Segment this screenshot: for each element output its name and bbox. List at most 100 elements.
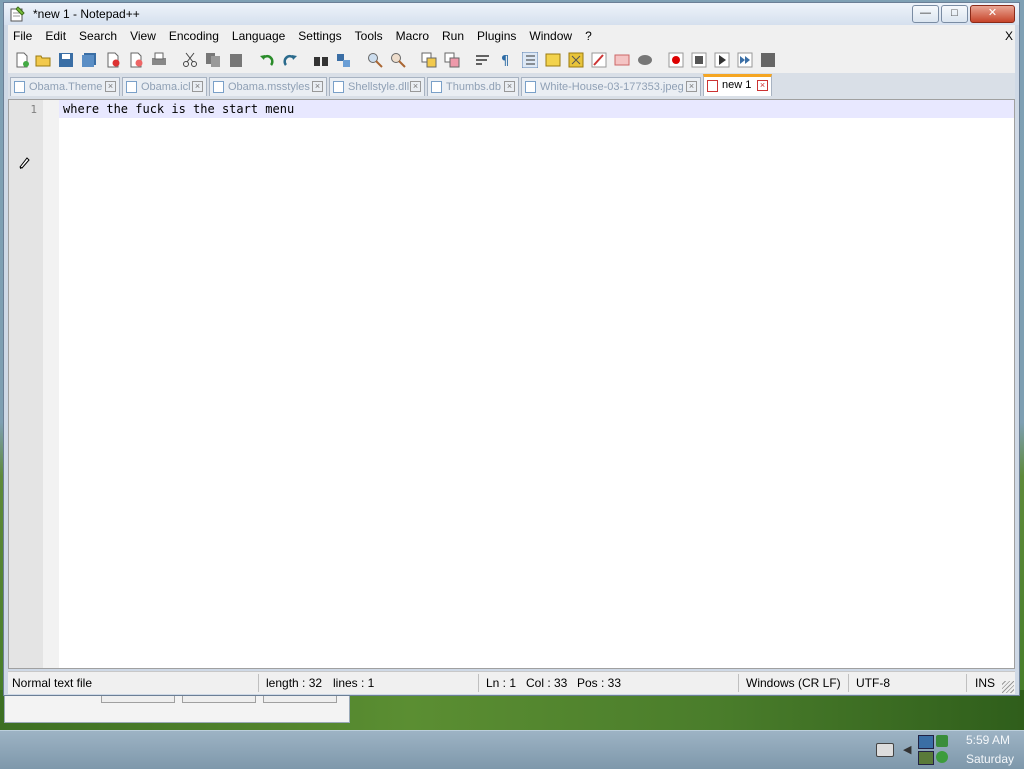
- folder-as-workspace-icon[interactable]: [614, 52, 630, 68]
- sync-horizontal-icon[interactable]: [444, 52, 460, 68]
- close-tab-icon[interactable]: ×: [192, 81, 203, 92]
- line-number: 1: [30, 103, 37, 116]
- tab-label: Thumbs.db: [446, 81, 502, 93]
- tab-new-1[interactable]: new 1 ×: [703, 74, 772, 96]
- tab-obama-msstyles[interactable]: Obama.msstyles ×: [209, 77, 327, 96]
- record-macro-icon[interactable]: [668, 52, 684, 68]
- menu-window[interactable]: Window: [529, 29, 572, 43]
- close-tab-icon[interactable]: ×: [504, 81, 515, 92]
- run-macro-multiple-icon[interactable]: [737, 52, 753, 68]
- volume-icon[interactable]: [936, 735, 948, 747]
- menu-help[interactable]: ?: [585, 29, 592, 43]
- indent-guide-icon[interactable]: [522, 52, 538, 68]
- security-icon[interactable]: [936, 751, 948, 763]
- cut-icon[interactable]: [182, 52, 198, 68]
- show-hidden-icons-icon[interactable]: ◀: [903, 743, 911, 756]
- save-all-icon[interactable]: [81, 52, 97, 68]
- monitoring-icon[interactable]: [637, 52, 653, 68]
- close-tab-icon[interactable]: ×: [410, 81, 421, 92]
- editor-line-text[interactable]: where the fuck is the start menu: [63, 102, 294, 116]
- menu-run[interactable]: Run: [442, 29, 464, 43]
- tab-white-house-jpeg[interactable]: White-House-03-177353.jpeg ×: [521, 77, 701, 96]
- doc-map-icon[interactable]: [568, 52, 584, 68]
- menu-encoding[interactable]: Encoding: [169, 29, 219, 43]
- menu-view[interactable]: View: [130, 29, 156, 43]
- save-macro-icon[interactable]: [760, 52, 776, 68]
- word-wrap-icon[interactable]: [475, 52, 491, 68]
- close-file-icon[interactable]: [105, 52, 121, 68]
- title-bar[interactable]: *new 1 - Notepad++ — □ ✕: [4, 3, 1019, 25]
- menu-file[interactable]: File: [13, 29, 32, 43]
- text-editor[interactable]: 1 where the fuck is the start menu: [8, 99, 1015, 669]
- tab-label: Shellstyle.dll: [348, 81, 410, 93]
- clock-time[interactable]: 5:59 AM: [966, 733, 1010, 747]
- zoom-in-icon[interactable]: [367, 52, 383, 68]
- menu-settings[interactable]: Settings: [298, 29, 341, 43]
- network-icon[interactable]: [918, 735, 934, 749]
- menu-bar: File Edit Search View Encoding Language …: [8, 25, 1015, 47]
- status-encoding[interactable]: UTF-8: [856, 675, 890, 691]
- copy-icon[interactable]: [205, 52, 221, 68]
- tab-thumbs-db[interactable]: Thumbs.db ×: [427, 77, 519, 96]
- find-icon[interactable]: [313, 52, 329, 68]
- menu-edit[interactable]: Edit: [45, 29, 66, 43]
- status-file-type: Normal text file: [12, 676, 93, 690]
- status-divider: [738, 674, 739, 692]
- tab-shellstyle-dll[interactable]: Shellstyle.dll ×: [329, 77, 425, 96]
- status-lines: lines : 1: [333, 676, 375, 690]
- document-icon: [525, 81, 536, 93]
- keyboard-icon[interactable]: [876, 743, 894, 757]
- power-icon[interactable]: [918, 751, 934, 765]
- zoom-out-icon[interactable]: [390, 52, 406, 68]
- document-icon: [707, 80, 718, 92]
- close-all-icon[interactable]: [128, 52, 144, 68]
- status-divider: [966, 674, 967, 692]
- taskbar: ◀ 5:59 AM Saturday: [0, 730, 1024, 769]
- document-icon: [333, 81, 344, 93]
- status-divider: [258, 674, 259, 692]
- svg-text:¶: ¶: [501, 54, 509, 68]
- redo-icon[interactable]: [282, 52, 298, 68]
- fold-margin[interactable]: [43, 100, 59, 668]
- open-file-icon[interactable]: [35, 52, 51, 68]
- status-insert-mode[interactable]: INS: [975, 675, 995, 691]
- replace-icon[interactable]: [336, 52, 352, 68]
- function-list-icon[interactable]: [591, 52, 607, 68]
- status-length: length : 32: [266, 676, 323, 690]
- close-tab-icon[interactable]: ×: [312, 81, 323, 92]
- close-window-button[interactable]: ✕: [970, 5, 1015, 23]
- maximize-button[interactable]: □: [941, 5, 968, 23]
- save-icon[interactable]: [58, 52, 74, 68]
- close-tab-icon[interactable]: ×: [686, 81, 697, 92]
- menu-macro[interactable]: Macro: [396, 29, 429, 43]
- close-document-button[interactable]: X: [1005, 29, 1013, 43]
- undo-icon[interactable]: [259, 52, 275, 68]
- menu-plugins[interactable]: Plugins: [477, 29, 516, 43]
- menu-language[interactable]: Language: [232, 29, 285, 43]
- menu-tools[interactable]: Tools: [355, 29, 383, 43]
- clock-day[interactable]: Saturday: [966, 752, 1014, 766]
- close-tab-icon[interactable]: ×: [757, 80, 768, 91]
- print-icon[interactable]: [151, 52, 167, 68]
- new-file-icon[interactable]: [14, 52, 30, 68]
- menu-search[interactable]: Search: [79, 29, 117, 43]
- status-divider: [478, 674, 479, 692]
- status-eol[interactable]: Windows (CR LF): [746, 675, 841, 691]
- resize-grip-icon[interactable]: [1002, 681, 1014, 693]
- show-all-characters-icon[interactable]: ¶: [498, 52, 514, 68]
- notepadpp-app-icon: [10, 6, 25, 22]
- status-column: Col : 33: [526, 676, 568, 690]
- tab-obama-theme[interactable]: Obama.Theme ×: [10, 77, 120, 96]
- minimize-button[interactable]: —: [912, 5, 939, 23]
- tab-obama-icl[interactable]: Obama.icl ×: [122, 77, 207, 96]
- paste-icon[interactable]: [228, 52, 244, 68]
- user-defined-language-icon[interactable]: [545, 52, 561, 68]
- play-macro-icon[interactable]: [714, 52, 730, 68]
- notepadpp-window: *new 1 - Notepad++ — □ ✕ File Edit Searc…: [3, 2, 1020, 696]
- sync-vertical-icon[interactable]: [421, 52, 437, 68]
- tab-label: Obama.Theme: [29, 81, 103, 93]
- line-number-gutter: 1: [9, 100, 43, 668]
- mouse-cursor-icon: [19, 157, 30, 169]
- stop-macro-icon[interactable]: [691, 52, 707, 68]
- close-tab-icon[interactable]: ×: [105, 81, 116, 92]
